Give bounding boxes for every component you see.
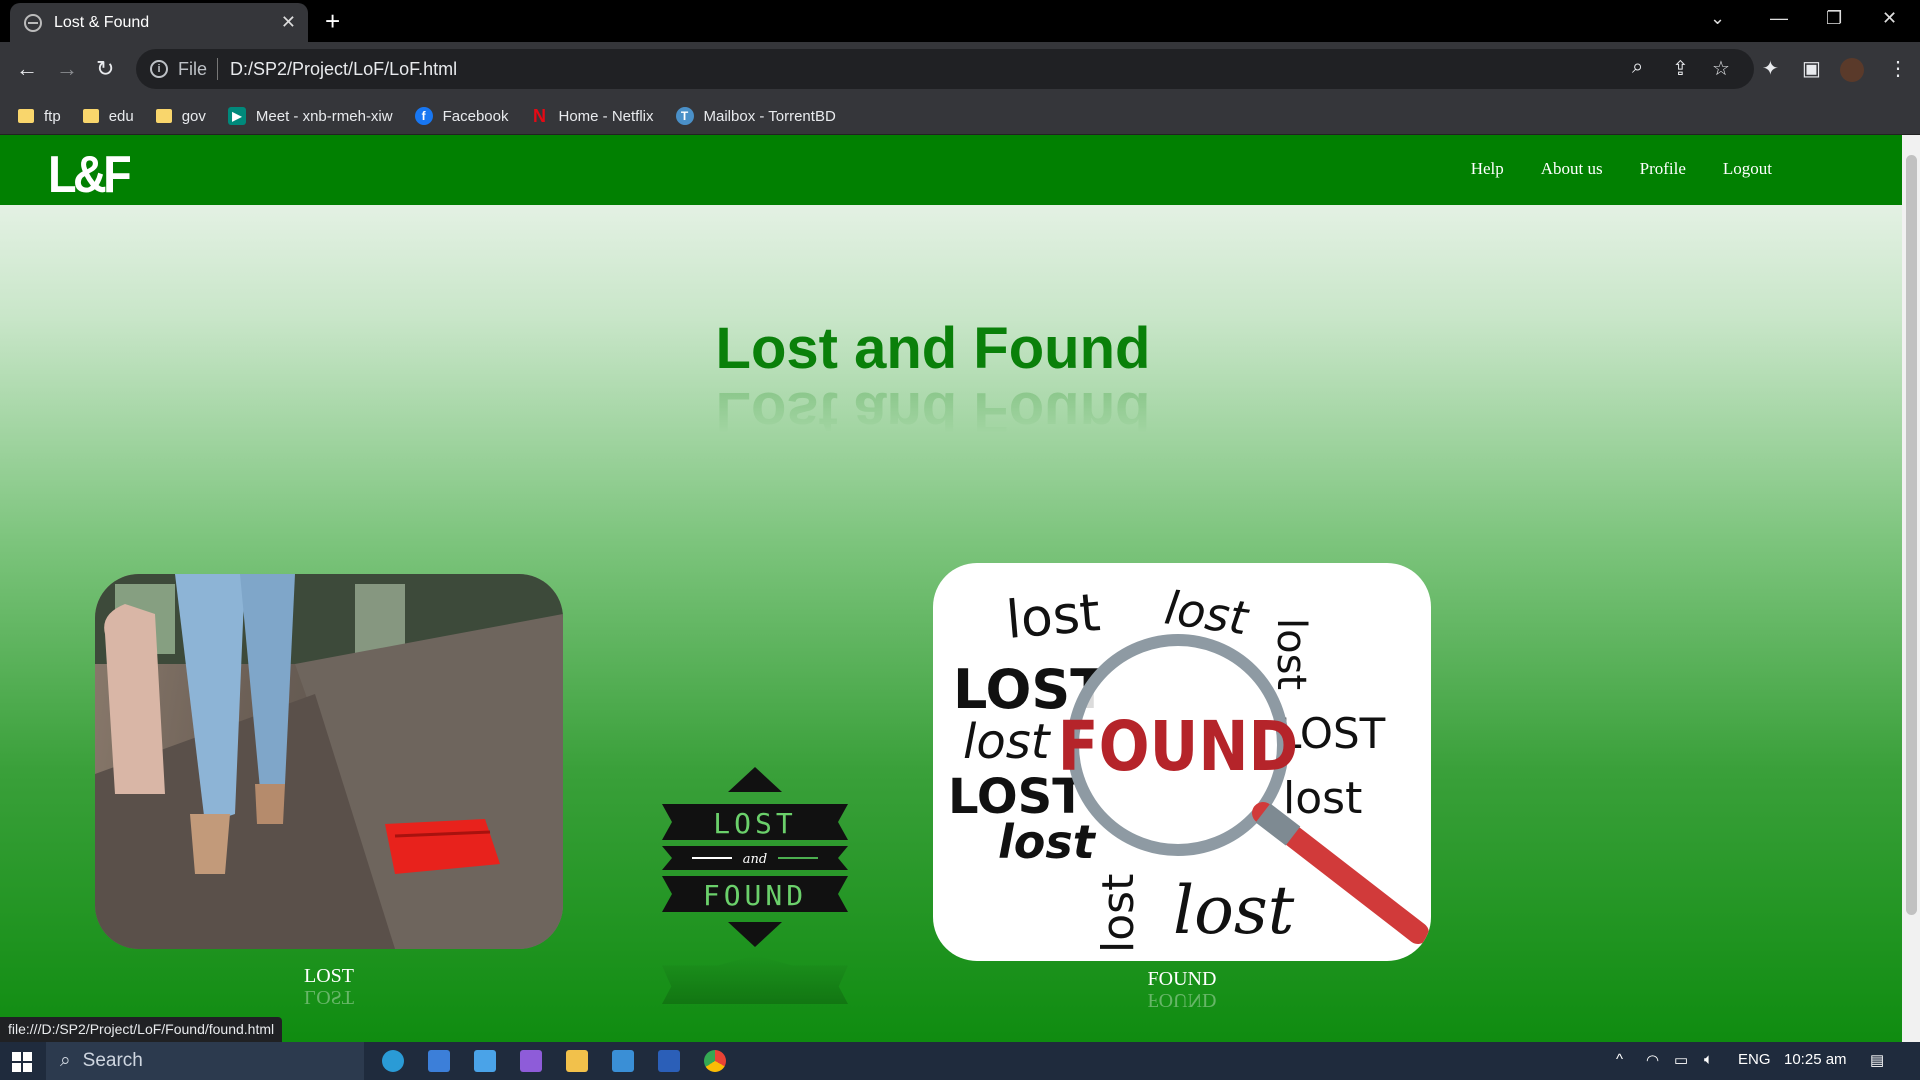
site-nav: Help About us Profile Logout bbox=[1471, 159, 1772, 179]
reload-button[interactable]: ↻ bbox=[96, 56, 114, 82]
search-icon: ⌕ bbox=[60, 1050, 71, 1071]
nav-about-us[interactable]: About us bbox=[1541, 159, 1603, 179]
language-indicator[interactable]: ENG bbox=[1738, 1051, 1771, 1068]
address-bar[interactable]: i File D:/SP2/Project/LoF/LoF.html bbox=[136, 49, 1754, 89]
facebook-icon: f bbox=[414, 107, 433, 125]
lost-and-found-badge[interactable]: LOST and FOUND bbox=[662, 767, 848, 947]
svg-text:lost: lost bbox=[998, 815, 1097, 869]
tab-strip: Lost & Found ✕ + ⌄ — ❐ ✕ bbox=[0, 0, 1920, 42]
browser-tab[interactable]: Lost & Found ✕ bbox=[10, 3, 308, 42]
taskbar-search-placeholder: Search bbox=[82, 1050, 143, 1071]
address-url[interactable]: D:/SP2/Project/LoF/LoF.html bbox=[230, 59, 457, 80]
back-button[interactable]: ← bbox=[16, 56, 38, 82]
close-tab-icon[interactable]: ✕ bbox=[281, 12, 296, 33]
bookmark-meet[interactable]: ▶ Meet - xnb-rmeh-xiw bbox=[227, 107, 393, 125]
bookmark-facebook[interactable]: f Facebook bbox=[414, 107, 508, 125]
file-explorer-icon[interactable] bbox=[566, 1050, 588, 1072]
forward-button[interactable]: → bbox=[56, 56, 78, 82]
side-panel-icon[interactable]: ▣ bbox=[1802, 56, 1821, 81]
restore-button[interactable]: ❐ bbox=[1826, 8, 1842, 29]
notification-icon[interactable]: ▤ bbox=[1870, 1051, 1884, 1069]
wifi-icon[interactable]: ◠ bbox=[1646, 1051, 1659, 1069]
page-title-reflection: Lost and Found bbox=[715, 380, 1151, 445]
battery-icon[interactable]: ▭ bbox=[1674, 1051, 1688, 1069]
found-image[interactable]: lost lost LOST lost LOST lost LOST lost … bbox=[933, 563, 1431, 961]
scrollbar-thumb[interactable] bbox=[1906, 155, 1917, 915]
nav-help[interactable]: Help bbox=[1471, 159, 1504, 179]
folder-icon bbox=[82, 109, 99, 123]
bookmark-gov[interactable]: gov bbox=[155, 108, 206, 125]
chrome-icon[interactable] bbox=[704, 1050, 726, 1072]
store-icon[interactable] bbox=[428, 1050, 450, 1072]
site-navbar: L&F Help About us Profile Logout bbox=[0, 135, 1902, 205]
folder-icon bbox=[155, 109, 172, 123]
svg-text:lost: lost bbox=[963, 714, 1052, 770]
remote-desktop-icon[interactable] bbox=[612, 1050, 634, 1072]
tray-chevron-icon[interactable]: ^ bbox=[1616, 1051, 1623, 1068]
link-status-bar: file:///D:/SP2/Project/LoF/Found/found.h… bbox=[0, 1017, 283, 1042]
menu-icon[interactable]: ⋮ bbox=[1888, 56, 1908, 81]
share-icon[interactable]: ⇪ bbox=[1672, 56, 1689, 81]
clock[interactable]: 10:25 am bbox=[1784, 1051, 1847, 1068]
windows-taskbar: ⌕ Search ^ ◠ ▭ 🔈︎ ENG 10:25 am ▤ bbox=[0, 1042, 1920, 1080]
bookmark-torrentbd[interactable]: T Mailbox - TorrentBD bbox=[675, 107, 836, 125]
visual-studio-icon[interactable] bbox=[520, 1050, 542, 1072]
svg-text:lost: lost bbox=[1268, 618, 1314, 690]
web-page: L&F Help About us Profile Logout Lost an… bbox=[0, 135, 1902, 1042]
windows-start-icon[interactable] bbox=[12, 1052, 32, 1072]
lost-wallet-illustration bbox=[95, 574, 563, 949]
found-magnifier-illustration: lost lost LOST lost LOST lost LOST lost … bbox=[948, 580, 1429, 953]
nav-logout[interactable]: Logout bbox=[1723, 159, 1772, 179]
address-scheme: File bbox=[178, 58, 208, 79]
close-window-button[interactable]: ✕ bbox=[1882, 8, 1897, 29]
bookmark-ftp[interactable]: ftp bbox=[18, 108, 61, 125]
profile-avatar[interactable] bbox=[1840, 58, 1864, 82]
netflix-icon: N bbox=[532, 105, 546, 126]
found-label-reflection: FOUND bbox=[1147, 989, 1217, 1011]
nav-profile[interactable]: Profile bbox=[1640, 159, 1686, 179]
lost-label-reflection: LOST bbox=[304, 986, 354, 1008]
folder-icon bbox=[18, 109, 34, 123]
lost-image[interactable] bbox=[95, 574, 563, 949]
page-scrollbar[interactable] bbox=[1902, 135, 1920, 1042]
page-title: Lost and Found bbox=[715, 316, 1151, 381]
badge-lost-text: LOST bbox=[713, 807, 796, 840]
badge-reflection bbox=[662, 955, 848, 1025]
badge-found-text: FOUND bbox=[703, 879, 807, 912]
bookmark-star-icon[interactable]: ☆ bbox=[1712, 56, 1730, 81]
meet-icon: ▶ bbox=[227, 107, 246, 125]
torrentbd-icon: T bbox=[675, 107, 694, 125]
zoom-icon[interactable]: ⌕ bbox=[1632, 56, 1643, 79]
svg-text:lost: lost bbox=[1093, 874, 1144, 953]
bookmark-netflix[interactable]: N Home - Netflix bbox=[530, 105, 654, 126]
info-icon[interactable]: i bbox=[150, 60, 168, 78]
edge-icon[interactable] bbox=[382, 1050, 404, 1072]
new-tab-button[interactable]: + bbox=[325, 6, 340, 36]
globe-icon bbox=[24, 13, 42, 32]
tab-search-icon[interactable]: ⌄ bbox=[1710, 8, 1725, 29]
svg-text:lost: lost bbox=[1173, 872, 1295, 949]
address-separator bbox=[217, 58, 219, 80]
volume-icon[interactable]: 🔈︎ bbox=[1704, 1051, 1713, 1068]
badge-and-text: and bbox=[743, 852, 767, 867]
svg-text:FOUND: FOUND bbox=[1058, 707, 1299, 787]
extensions-icon[interactable]: ✦ bbox=[1762, 56, 1779, 81]
bookmarks-bar: ftp edu gov ▶ Meet - xnb-rmeh-xiw f Facebo… bbox=[0, 98, 1920, 135]
taskbar-search[interactable]: ⌕ Search bbox=[46, 1042, 364, 1080]
word-icon[interactable] bbox=[658, 1050, 680, 1072]
svg-text:lost: lost bbox=[1004, 583, 1103, 651]
tab-title: Lost & Found bbox=[54, 13, 150, 31]
mail-icon[interactable] bbox=[474, 1050, 496, 1072]
site-logo[interactable]: L&F bbox=[48, 145, 132, 205]
bookmark-edu[interactable]: edu bbox=[82, 108, 134, 125]
minimize-button[interactable]: — bbox=[1770, 8, 1788, 29]
